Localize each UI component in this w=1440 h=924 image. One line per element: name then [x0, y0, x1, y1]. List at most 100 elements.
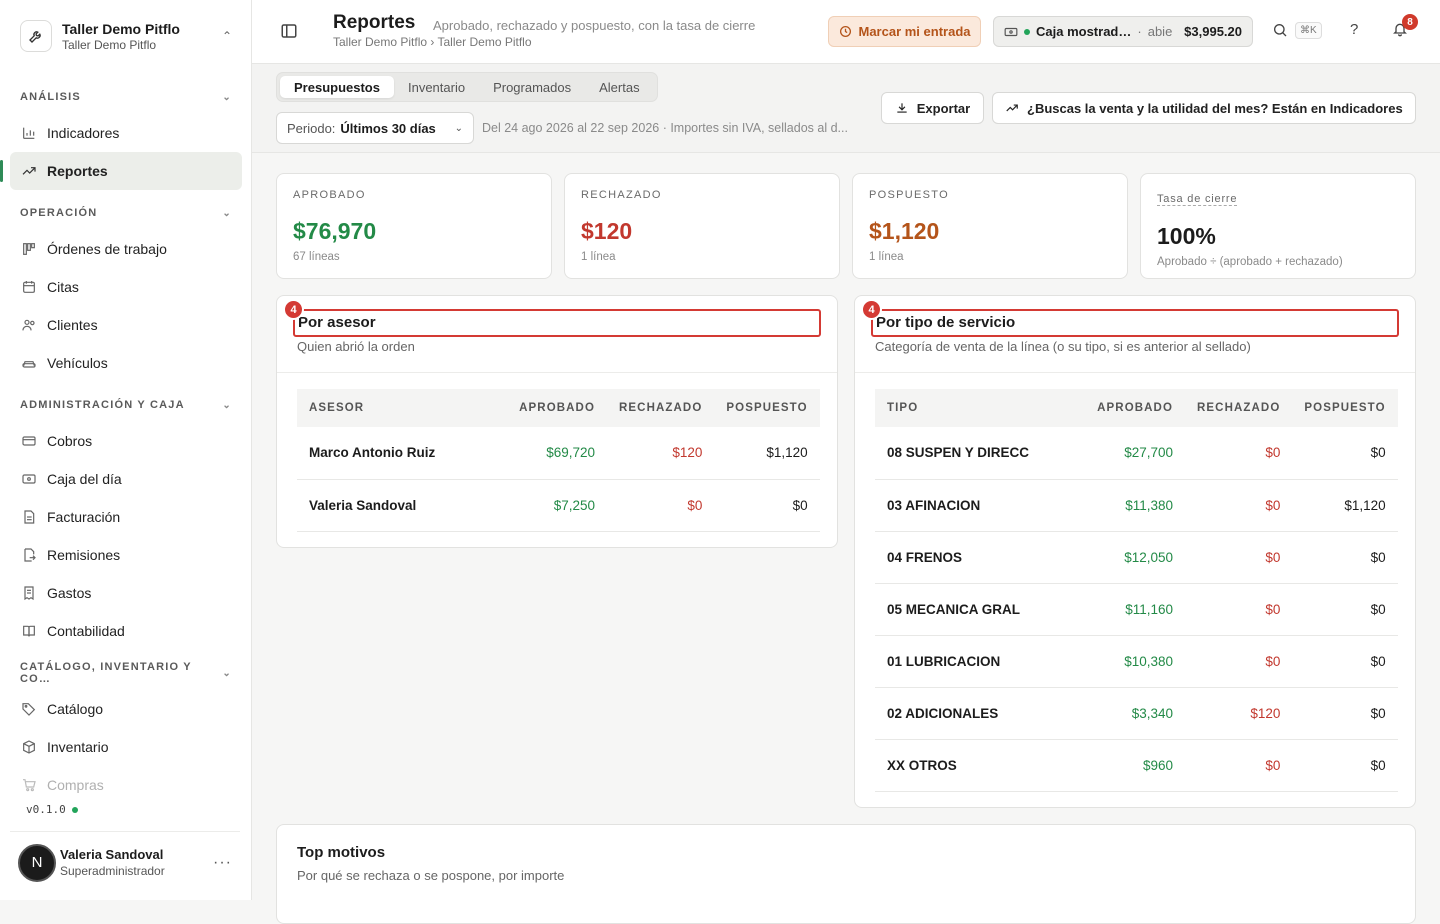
user-menu[interactable]: N Valeria Sandoval Superadministrador ··…: [10, 831, 240, 893]
sidebar-item-label: Clientes: [47, 317, 98, 333]
check-in-button[interactable]: Marcar mi entrada: [828, 16, 981, 47]
table-cell: 02 ADICIONALES: [875, 687, 1083, 740]
more-icon[interactable]: ···: [213, 854, 232, 872]
box-icon: [20, 738, 38, 756]
kpi-card: Tasa de cierre 100% Aprobado ÷ (aprobado +…: [1140, 173, 1416, 279]
table-cell: Marco Antonio Ruiz: [297, 427, 505, 480]
table-cell: $960: [1083, 739, 1185, 792]
table-cell: $0: [1292, 583, 1398, 636]
table-row[interactable]: XX OTROS $960 $0 $0: [875, 739, 1398, 792]
sidebar-section-header[interactable]: OPERACIÓN ⌄: [10, 196, 242, 230]
column-header[interactable]: ASESOR: [297, 389, 505, 427]
tab-alertas[interactable]: Alertas: [585, 76, 653, 98]
table-cell: $10,380: [1083, 635, 1185, 688]
table-row[interactable]: Marco Antonio Ruiz $69,720 $120 $1,120: [297, 427, 820, 480]
cash-icon: [20, 470, 38, 488]
table-cell: $0: [1292, 635, 1398, 688]
table-row[interactable]: 04 FRENOS $12,050 $0 $0: [875, 531, 1398, 584]
separator: ·: [1137, 24, 1142, 39]
period-select[interactable]: Periodo: Últimos 30 días ⌄: [276, 112, 474, 144]
sidebar-item-vehiculos[interactable]: Vehículos: [10, 344, 242, 382]
user-role: Superadministrador: [60, 864, 165, 878]
book-icon: [20, 622, 38, 640]
sidebar-section-header[interactable]: ANÁLISIS ⌄: [10, 80, 242, 114]
indicators-link-button[interactable]: ¿Buscas la venta y la utilidad del mes? …: [992, 92, 1416, 124]
column-header[interactable]: APROBADO: [1083, 389, 1185, 427]
table-cell: $0: [1185, 531, 1293, 584]
table-row[interactable]: 02 ADICIONALES $3,340 $120 $0: [875, 687, 1398, 740]
column-header[interactable]: APROBADO: [505, 389, 607, 427]
breadcrumb[interactable]: Taller Demo Pitflo › Taller Demo Pitflo: [333, 35, 532, 49]
table-row[interactable]: 03 AFINACION $11,380 $0 $1,120: [875, 479, 1398, 532]
kpi-label: POSPUESTO: [869, 189, 949, 201]
table-cell: $0: [1185, 739, 1293, 792]
sidebar-item-contabilidad[interactable]: Contabilidad: [10, 612, 242, 650]
table-row[interactable]: Valeria Sandoval $7,250 $0 $0: [297, 479, 820, 532]
download-icon: [897, 103, 907, 113]
tab-programados[interactable]: Programados: [479, 76, 585, 98]
column-header[interactable]: RECHAZADO: [1185, 389, 1293, 427]
table-cell: $120: [607, 427, 715, 480]
table-cell: $12,050: [1083, 531, 1185, 584]
sidebar-item-label: Remisiones: [47, 547, 121, 563]
sidebar-section-header[interactable]: CATÁLOGO, INVENTARIO Y CO… ⌄: [10, 656, 242, 690]
tab-inventario[interactable]: Inventario: [394, 76, 479, 98]
column-header[interactable]: POSPUESTO: [714, 389, 820, 427]
export-button[interactable]: Exportar: [881, 92, 984, 124]
table-row[interactable]: 01 LUBRICACION $10,380 $0 $0: [875, 635, 1398, 688]
cash-register-amount: $3,995.20: [1184, 24, 1242, 39]
table-cell: $11,380: [1083, 479, 1185, 532]
table-cell: $0: [714, 479, 820, 532]
kpi-label: RECHAZADO: [581, 189, 662, 201]
sidebar-item-catalogo[interactable]: Catálogo: [10, 690, 242, 728]
sidebar-item-indicadores[interactable]: Indicadores: [10, 114, 242, 152]
sidebar-item-compras[interactable]: Compras: [10, 766, 242, 804]
column-header[interactable]: RECHAZADO: [607, 389, 715, 427]
table-cell: 04 FRENOS: [875, 531, 1083, 584]
column-header[interactable]: POSPUESTO: [1292, 389, 1398, 427]
search-icon[interactable]: [1272, 22, 1288, 41]
sidebar-item-reportes[interactable]: Reportes: [0, 152, 242, 190]
sidebar-item-facturacion[interactable]: Facturación: [10, 498, 242, 536]
page-title: Reportes: [333, 12, 416, 33]
table-cell: $11,160: [1083, 583, 1185, 636]
sidebar-item-cobros[interactable]: Cobros: [10, 422, 242, 460]
org-switcher[interactable]: Taller Demo Pitflo Taller Demo Pitflo ⌃: [10, 10, 242, 62]
table-cell: $69,720: [505, 427, 607, 480]
cash-register-selector[interactable]: Caja mostrad… · abie $3,995.20: [993, 16, 1253, 47]
sidebar-item-clientes[interactable]: Clientes: [10, 306, 242, 344]
tab-presupuestos[interactable]: Presupuestos: [280, 76, 394, 98]
chevron-down-icon: ⌄: [222, 667, 232, 679]
table-row[interactable]: 05 MECANICA GRAL $11,160 $0 $0: [875, 583, 1398, 636]
avatar: N: [18, 843, 56, 882]
column-header[interactable]: TIPO: [875, 389, 1083, 427]
page-description: Aprobado, rechazado y pospuesto, con la …: [433, 18, 756, 33]
table-cell: $3,340: [1083, 687, 1185, 740]
table-cell: $0: [1185, 427, 1293, 480]
receipt-icon: [20, 584, 38, 602]
sidebar-item-inventario[interactable]: Inventario: [10, 728, 242, 766]
sidebar-item-remisiones[interactable]: Remisiones: [10, 536, 242, 574]
sidebar-item-caja-del-dia[interactable]: Caja del día: [10, 460, 242, 498]
sidebar-toggle-icon[interactable]: [280, 22, 300, 42]
table-row[interactable]: 08 SUSPEN Y DIRECC $27,700 $0 $0: [875, 427, 1398, 480]
table-cell: $0: [1185, 635, 1293, 688]
sidebar-item-citas[interactable]: Citas: [10, 268, 242, 306]
table-cell: 08 SUSPEN Y DIRECC: [875, 427, 1083, 480]
sidebar-item-gastos[interactable]: Gastos: [10, 574, 242, 612]
sidebar-section-header[interactable]: ADMINISTRACIÓN Y CAJA ⌄: [10, 388, 242, 422]
cash-icon: [1004, 27, 1018, 36]
cash-register-name: Caja mostrad…: [1036, 24, 1132, 39]
sidebar-item-label: Caja del día: [47, 471, 122, 487]
table-cell: Valeria Sandoval: [297, 479, 505, 532]
sidebar-item-label: Órdenes de trabajo: [47, 241, 167, 257]
table-cell: $1,120: [1292, 479, 1398, 532]
table-cell: $0: [1185, 583, 1293, 636]
panel-top-reasons: Top motivos Por qué se rechaza o se posp…: [276, 824, 1416, 924]
sidebar-item-ordenes-de-trabajo[interactable]: Órdenes de trabajo: [10, 230, 242, 268]
table-cell: $27,700: [1083, 427, 1185, 480]
date-range-text: Del 24 ago 2026 al 22 sep 2026 · Importe…: [482, 121, 848, 135]
help-icon[interactable]: ?: [1350, 21, 1358, 38]
kpi-label[interactable]: Tasa de cierre: [1157, 193, 1238, 206]
org-name: Taller Demo Pitflo: [62, 20, 180, 37]
